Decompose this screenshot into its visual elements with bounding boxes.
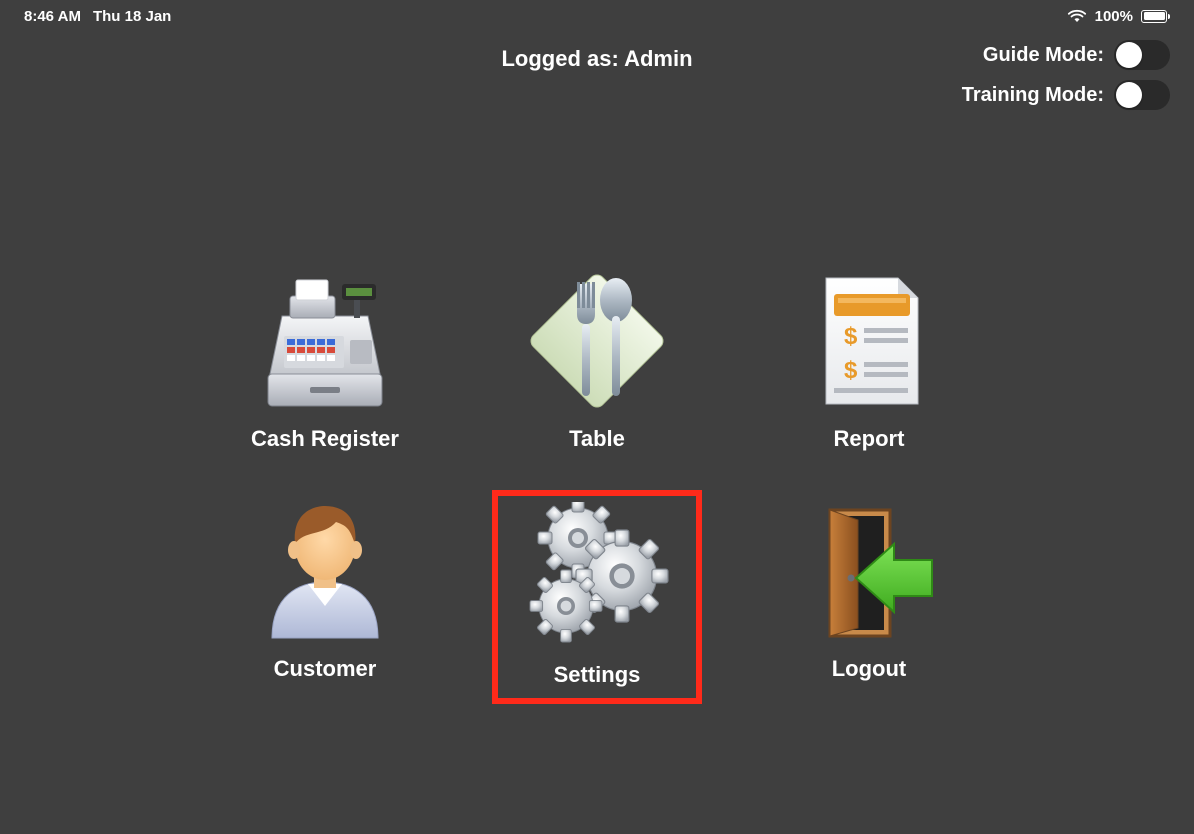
table-icon: [522, 266, 672, 416]
settings-label: Settings: [554, 662, 641, 688]
logout-icon: [794, 496, 944, 646]
svg-text:$: $: [844, 357, 858, 384]
cash-register-button[interactable]: Cash Register: [220, 260, 430, 462]
settings-button[interactable]: Settings: [492, 490, 702, 704]
logged-as-prefix: Logged as:: [501, 46, 618, 71]
guide-mode-toggle[interactable]: [1114, 40, 1170, 70]
table-button[interactable]: Table: [492, 260, 702, 462]
logout-button[interactable]: Logout: [764, 490, 974, 704]
status-bar: 8:46 AM Thu 18 Jan 100%: [0, 0, 1194, 28]
customer-icon: [250, 496, 400, 646]
customer-label: Customer: [274, 656, 377, 682]
table-label: Table: [569, 426, 625, 452]
cash-register-label: Cash Register: [251, 426, 399, 452]
main-menu-grid: Cash Register: [220, 260, 974, 704]
status-time: 8:46 AM: [24, 8, 81, 25]
status-date: Thu 18 Jan: [93, 8, 171, 25]
battery-percent: 100%: [1095, 8, 1133, 25]
logged-as-user: Admin: [624, 46, 692, 71]
report-label: Report: [834, 426, 905, 452]
guide-mode-label: Guide Mode:: [983, 44, 1104, 67]
logout-label: Logout: [832, 656, 907, 682]
training-mode-label: Training Mode:: [962, 84, 1104, 107]
customer-button[interactable]: Customer: [220, 490, 430, 704]
battery-icon: [1141, 10, 1170, 23]
cash-register-icon: [250, 266, 400, 416]
report-icon: $ $: [794, 266, 944, 416]
wifi-icon: [1067, 9, 1087, 23]
svg-text:$: $: [844, 323, 858, 350]
settings-icon: [522, 502, 672, 652]
report-button[interactable]: $ $ Report: [764, 260, 974, 462]
training-mode-toggle[interactable]: [1114, 80, 1170, 110]
logged-as-label: Logged as: Admin: [254, 40, 940, 72]
